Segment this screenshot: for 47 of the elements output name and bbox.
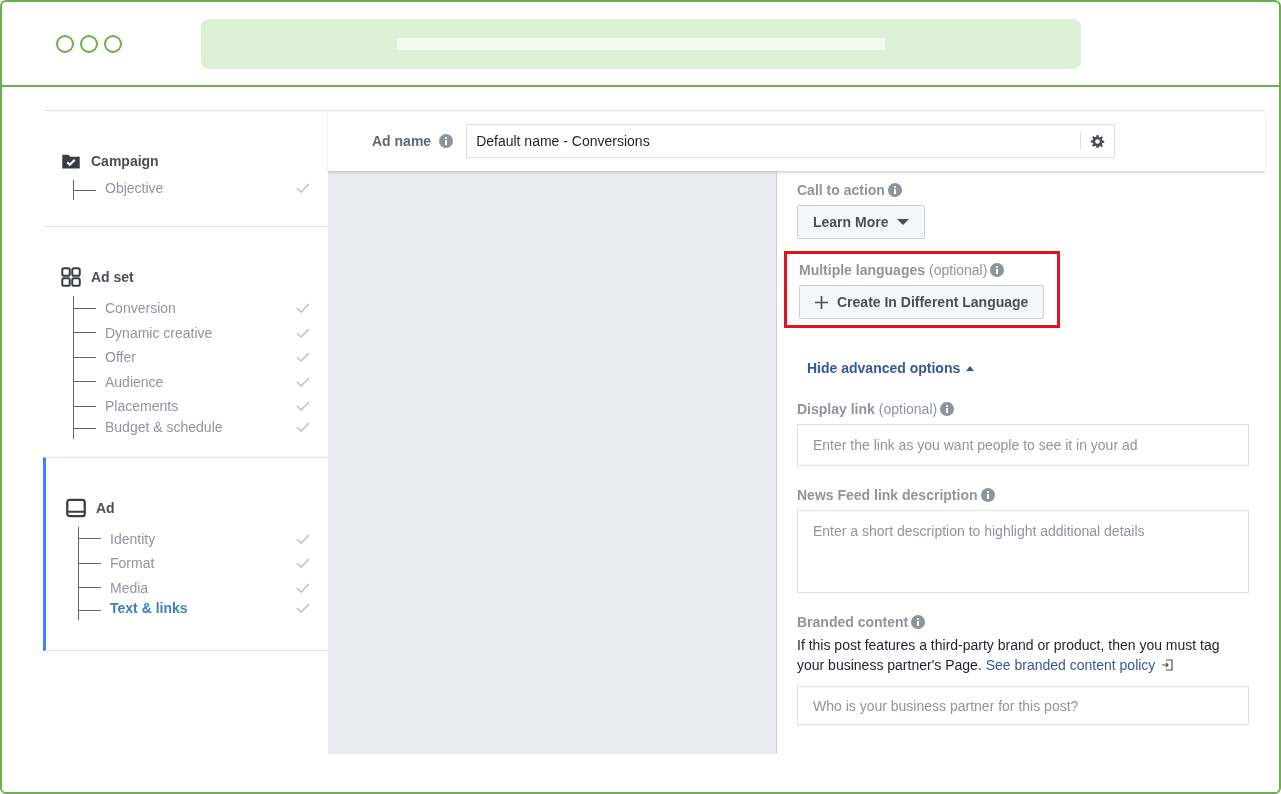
field-value: Default name - Conversions [475,133,651,149]
external-link-icon [1161,659,1174,671]
info-icon[interactable] [980,488,995,502]
optional-hint: (optional) [929,262,988,278]
sidebar-item[interactable]: Media [110,579,296,596]
dropdown-button[interactable]: Learn More [797,205,926,239]
screen-icon [66,497,86,518]
sidebar-item[interactable]: Format [110,555,296,572]
sidebar-item[interactable]: Offer [105,349,296,366]
window-control-icon[interactable] [80,34,98,53]
field-label: Branded content [797,614,909,630]
sidebar-item[interactable]: Conversion [105,300,296,317]
window-control-icon[interactable] [56,34,74,53]
field-label: Display link [797,401,875,417]
advanced-options-link[interactable]: Hide advanced options [807,360,975,376]
caret-icon [897,219,910,225]
sidebar-item[interactable]: Text & links [110,600,296,616]
grid-icon [61,267,81,287]
field-label: News Feed link description [797,487,978,503]
display-link-field[interactable]: Enter the link as you want people to see it in your ad [797,424,1249,466]
info-icon[interactable] [990,263,1005,277]
sidebar-item[interactable]: Audience [105,373,296,390]
description-text: If this post features a third-party brand or product, then you must tag your business partner's Page. See branded content policy [797,636,1221,675]
section-title[interactable]: Campaign [91,153,159,169]
info-icon[interactable] [940,402,955,416]
sidebar-item[interactable]: Objective [105,180,296,196]
business-partner-field[interactable]: Who is your business partner for this post? [797,686,1249,725]
optional-hint: (optional) [878,401,938,417]
sidebar-item[interactable]: Dynamic creative [105,324,296,341]
window-control-icon[interactable] [104,34,122,53]
field-label: Multiple languages [799,262,925,278]
sidebar-item[interactable]: Placements [105,398,296,415]
sidebar-item[interactable]: Identity [110,530,296,547]
plus-icon [815,295,828,309]
field-label: Call to action [797,182,885,198]
info-icon[interactable] [887,183,902,197]
ad-name-field[interactable]: Default name - Conversions [466,124,1116,158]
field-label: Ad name [372,133,432,149]
create-language-button[interactable]: Create In Different Language [799,285,1045,319]
section-title[interactable]: Ad set [91,269,134,285]
sidebar-item[interactable]: Budget & schedule [105,418,296,435]
info-icon[interactable] [439,134,454,148]
link-description-field[interactable]: Enter a short description to highlight additional details [797,510,1249,593]
info-icon[interactable] [911,615,926,629]
section-title[interactable]: Ad [96,499,115,516]
policy-link[interactable]: See branded content policy [985,657,1174,673]
settings-icon[interactable] [1090,133,1106,149]
